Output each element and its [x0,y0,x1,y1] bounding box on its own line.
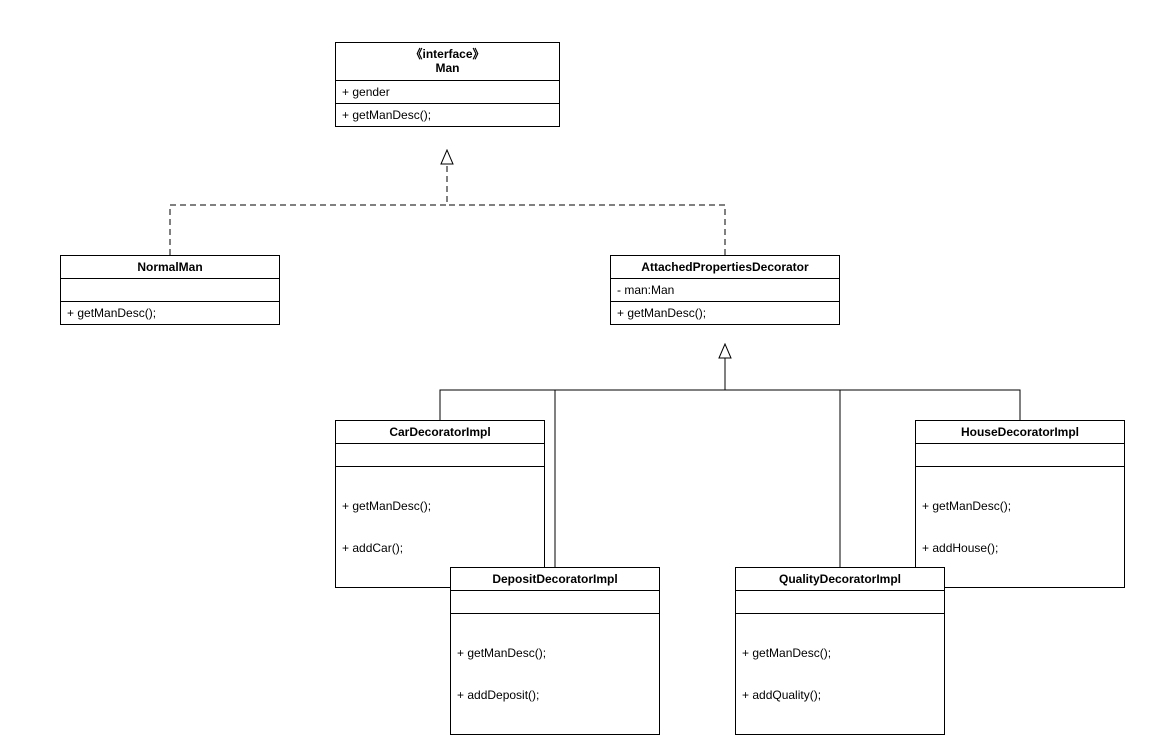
class-car-decorator-impl: CarDecoratorImpl + getManDesc(); + addCa… [335,420,545,588]
class-attributes-empty [916,444,1124,467]
class-method: + addHouse(); [922,541,1118,555]
class-name: CarDecoratorImpl [336,421,544,444]
class-normal-man: NormalMan + getManDesc(); [60,255,280,325]
class-man-interface: 《interface》 Man + gender + getManDesc(); [335,42,560,127]
class-method: + addQuality(); [742,688,938,702]
class-methods: + getManDesc(); + addDeposit(); [451,614,659,734]
class-methods: + getManDesc(); + addHouse(); [916,467,1124,587]
class-method: + addDeposit(); [457,688,653,702]
stereotype-label: 《interface》 [410,47,484,61]
class-quality-decorator-impl: QualityDecoratorImpl + getManDesc(); + a… [735,567,945,735]
class-name: HouseDecoratorImpl [916,421,1124,444]
class-name: DepositDecoratorImpl [451,568,659,591]
class-attributes-empty [736,591,944,614]
class-title: 《interface》 Man [336,43,559,81]
class-attributes-empty [61,279,279,302]
class-attribute: + gender [336,81,559,104]
class-name: QualityDecoratorImpl [736,568,944,591]
class-attribute: - man:Man [611,279,839,302]
class-attached-properties-decorator: AttachedPropertiesDecorator - man:Man + … [610,255,840,325]
class-method: + getManDesc(); [336,104,559,126]
class-attributes-empty [451,591,659,614]
class-deposit-decorator-impl: DepositDecoratorImpl + getManDesc(); + a… [450,567,660,735]
class-method: + addCar(); [342,541,538,555]
class-house-decorator-impl: HouseDecoratorImpl + getManDesc(); + add… [915,420,1125,588]
class-method: + getManDesc(); [611,302,839,324]
class-methods: + getManDesc(); + addQuality(); [736,614,944,734]
class-name: Man [436,61,460,75]
class-attributes-empty [336,444,544,467]
class-name: AttachedPropertiesDecorator [611,256,839,279]
class-method: + getManDesc(); [457,646,653,660]
class-method: + getManDesc(); [922,499,1118,513]
class-method: + getManDesc(); [742,646,938,660]
class-name: NormalMan [61,256,279,279]
class-method: + getManDesc(); [342,499,538,513]
class-method: + getManDesc(); [61,302,279,324]
